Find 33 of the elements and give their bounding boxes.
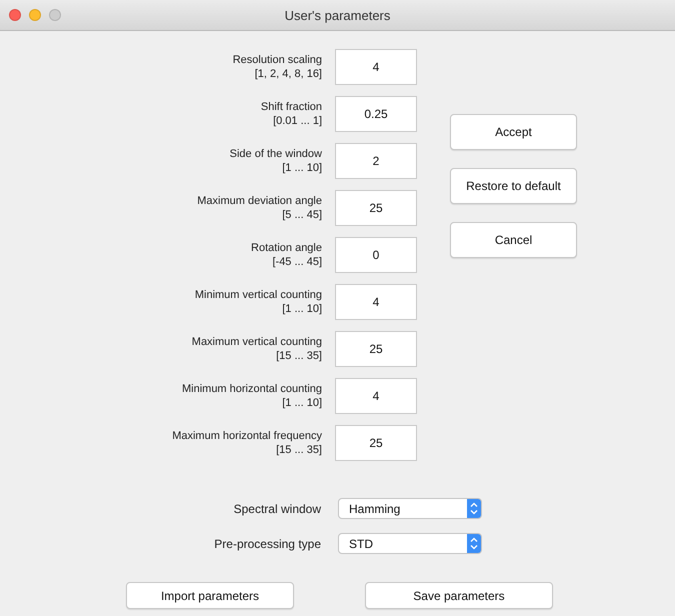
- parameter-label: Rotation angle [-45 ... 45]: [251, 241, 322, 269]
- parameter-field[interactable]: 0.25: [335, 96, 417, 132]
- parameter-field[interactable]: 25: [335, 190, 417, 226]
- parameter-label: Maximum horizontal frequency [15 ... 35]: [172, 429, 322, 457]
- dialog-button[interactable]: Cancel: [450, 222, 577, 258]
- parameter-field[interactable]: 4: [335, 284, 417, 320]
- dialog-button[interactable]: Save parameters: [365, 582, 553, 609]
- parameter-field[interactable]: 25: [335, 425, 417, 461]
- parameter-field[interactable]: 25: [335, 331, 417, 367]
- parameter-field[interactable]: 0: [335, 237, 417, 273]
- dropdown[interactable]: STD: [338, 533, 482, 554]
- parameter-label: Minimum vertical counting [1 ... 10]: [194, 288, 322, 316]
- parameter-label: Side of the window [1 ... 10]: [230, 147, 322, 175]
- parameter-field[interactable]: 4: [335, 49, 417, 85]
- parameter-label: Resolution scaling [1, 2, 4, 8, 16]: [232, 53, 322, 81]
- parameter-field[interactable]: 4: [335, 378, 417, 414]
- parameter-label: Maximum deviation angle [5 ... 45]: [197, 194, 322, 222]
- parameter-label: Minimum horizontal counting [1 ... 10]: [182, 382, 322, 410]
- window-title: User's parameters: [284, 8, 390, 22]
- zoom-button[interactable]: [49, 9, 61, 21]
- parameter-label: Shift fraction [0.01 ... 1]: [260, 100, 322, 128]
- close-button[interactable]: [9, 9, 21, 21]
- dialog-button[interactable]: Restore to default: [450, 168, 577, 204]
- parameter-field[interactable]: 2: [335, 143, 417, 179]
- stepper-icon: [467, 534, 481, 553]
- dialog-button[interactable]: Import parameters: [126, 582, 294, 609]
- dropdown[interactable]: Hamming: [338, 498, 482, 519]
- select-label: Spectral window: [234, 502, 321, 516]
- parameter-label: Maximum vertical counting [15 ... 35]: [192, 335, 322, 363]
- select-label: Pre-processing type: [214, 536, 321, 550]
- stepper-icon: [467, 499, 481, 518]
- minimize-button[interactable]: [29, 9, 41, 21]
- dialog-button[interactable]: Accept: [450, 114, 577, 150]
